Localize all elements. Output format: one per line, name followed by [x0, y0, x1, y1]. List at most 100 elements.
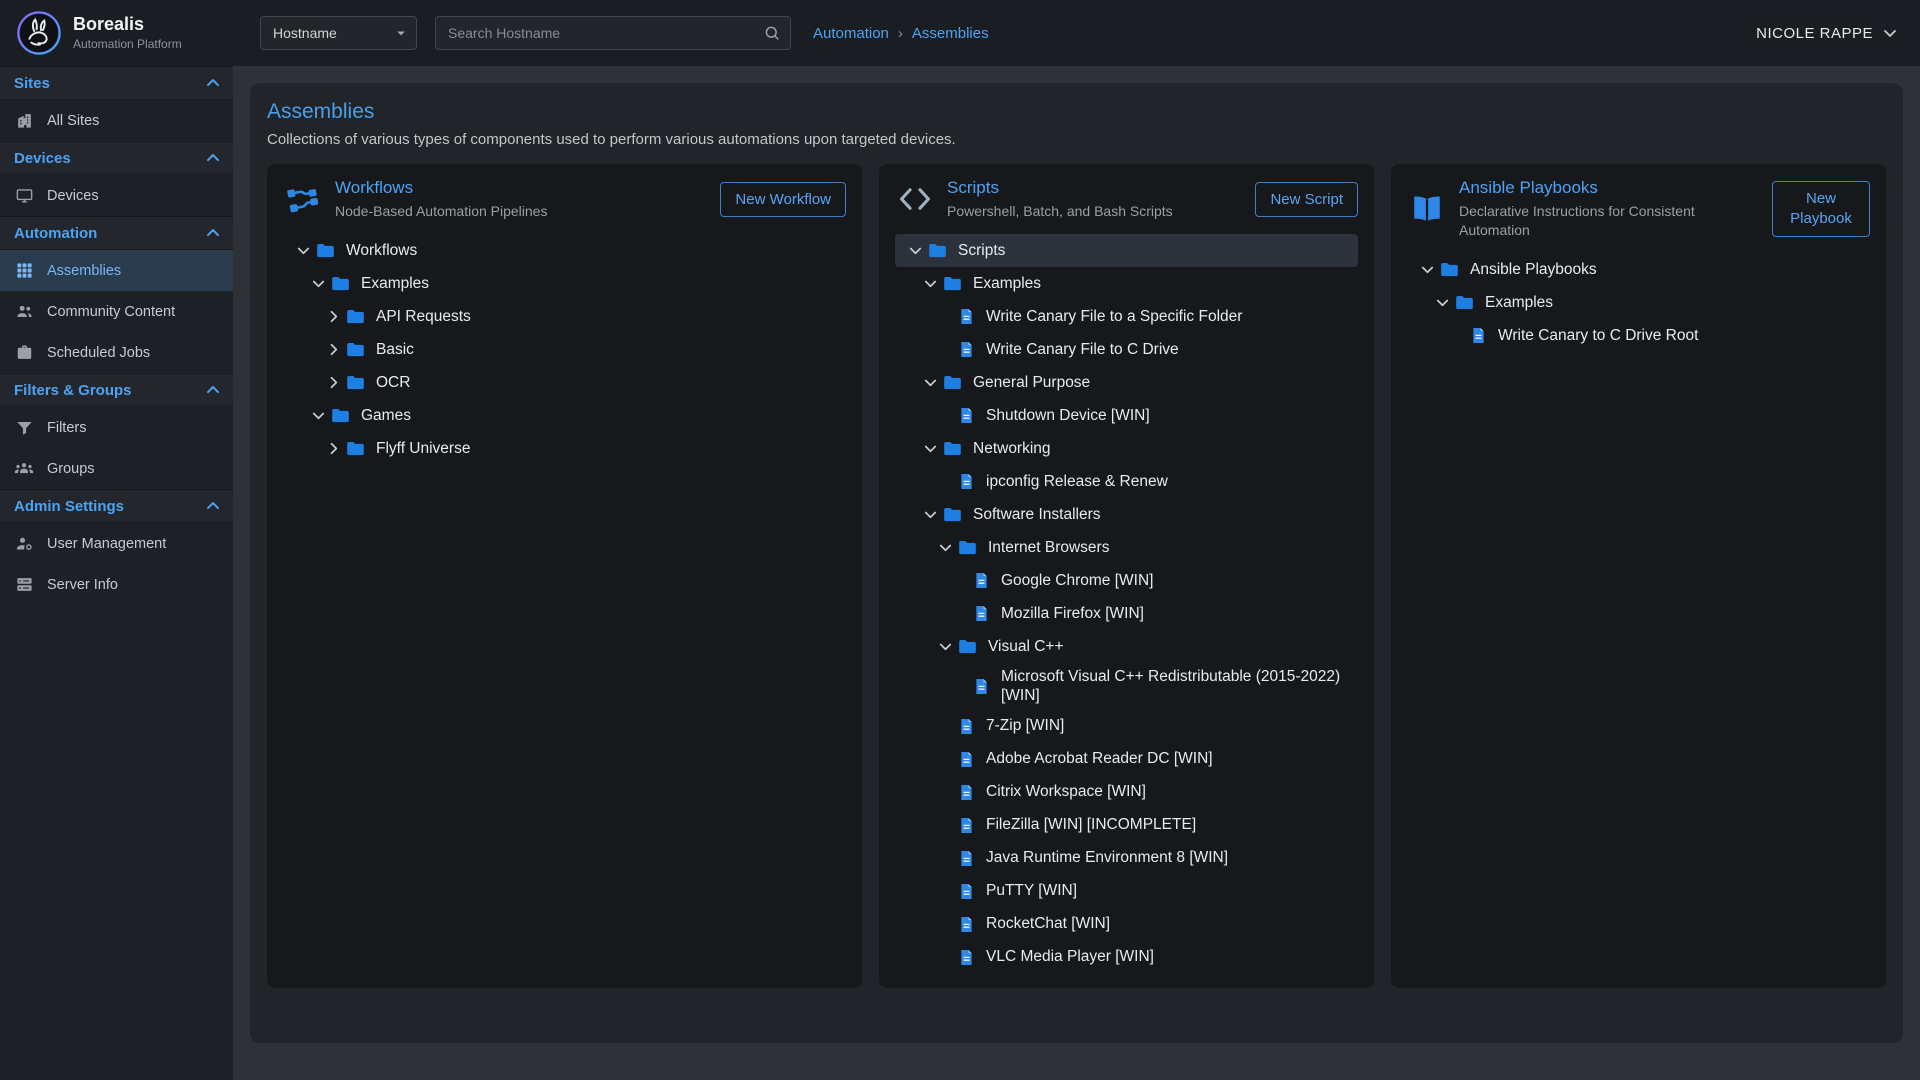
file-icon — [957, 915, 976, 934]
sidebar-item-devices[interactable]: Devices — [0, 175, 233, 216]
hostname-select[interactable]: Hostname — [260, 16, 417, 50]
chevron-down-icon[interactable] — [903, 241, 927, 260]
tree-file-row[interactable]: Citrix Workspace [WIN] — [895, 776, 1358, 809]
sidebar-item-assemblies[interactable]: Assemblies — [0, 250, 233, 291]
sidebar-item-scheduled-jobs[interactable]: Scheduled Jobs — [0, 332, 233, 373]
chevron-right-icon[interactable] — [321, 307, 345, 326]
tree-folder-row[interactable]: OCR — [283, 366, 846, 399]
file-icon — [972, 677, 991, 696]
tree-folder-row[interactable]: Internet Browsers — [895, 531, 1358, 564]
sidebar: SitesAll SitesDevicesDevicesAutomationAs… — [0, 66, 233, 1080]
chevron-down-icon[interactable] — [918, 373, 942, 392]
tree-file-row[interactable]: Google Chrome [WIN] — [895, 564, 1358, 597]
file-icon — [972, 571, 991, 590]
page-title: Assemblies — [267, 100, 1886, 124]
card-subtitle: Declarative Instructions for Consistent … — [1459, 202, 1760, 240]
tree-folder-row[interactable]: Games — [283, 399, 846, 432]
tree-file-row[interactable]: 7-Zip [WIN] — [895, 710, 1358, 743]
tree-folder-row[interactable]: Scripts — [895, 234, 1358, 267]
tree-file-row[interactable]: Adobe Acrobat Reader DC [WIN] — [895, 743, 1358, 776]
chevron-down-icon[interactable] — [918, 505, 942, 524]
tree-file-row[interactable]: Java Runtime Environment 8 [WIN] — [895, 842, 1358, 875]
card-playbooks: Ansible Playbooks Declarative Instruction… — [1391, 164, 1886, 988]
tree-file-row[interactable]: ipconfig Release & Renew — [895, 465, 1358, 498]
user-menu[interactable]: NICOLE RAPPE — [1756, 23, 1900, 43]
new-scripts-button[interactable]: New Script — [1255, 182, 1358, 217]
folder-icon — [942, 504, 963, 525]
chevron-down-icon[interactable] — [933, 637, 957, 656]
sites-icon — [14, 111, 34, 130]
breadcrumb-automation[interactable]: Automation — [813, 25, 889, 42]
sidebar-item-groups[interactable]: Groups — [0, 448, 233, 489]
tree-folder-row[interactable]: Visual C++ — [895, 630, 1358, 663]
tree-item-label: Workflows — [346, 239, 417, 262]
folder-icon — [957, 636, 978, 657]
tree-item-label: Examples — [361, 272, 429, 295]
sidebar-section-admin-settings[interactable]: Admin Settings — [0, 489, 233, 523]
sidebar-item-filters[interactable]: Filters — [0, 407, 233, 448]
sidebar-item-server-info[interactable]: Server Info — [0, 564, 233, 605]
tree-folder-row[interactable]: Software Installers — [895, 498, 1358, 531]
sidebar-section-label: Devices — [14, 150, 203, 167]
chevron-right-icon[interactable] — [321, 373, 345, 392]
tree-file-row[interactable]: RocketChat [WIN] — [895, 908, 1358, 941]
chevron-right-icon[interactable] — [321, 340, 345, 359]
tree-file-row[interactable]: Write Canary to C Drive Root — [1407, 319, 1870, 352]
tree-file-row[interactable]: Shutdown Device [WIN] — [895, 399, 1358, 432]
tree-item-label: Shutdown Device [WIN] — [986, 404, 1150, 427]
tree-folder-row[interactable]: Examples — [283, 267, 846, 300]
card-header: WorkflowsNode-Based Automation Pipelines… — [283, 178, 846, 221]
cards: WorkflowsNode-Based Automation Pipelines… — [267, 164, 1886, 988]
sidebar-item-user-management[interactable]: User Management — [0, 523, 233, 564]
tree-folder-row[interactable]: Flyff Universe — [283, 432, 846, 465]
tree-item-label: Adobe Acrobat Reader DC [WIN] — [986, 747, 1213, 770]
code-icon — [895, 182, 935, 216]
chevron-down-icon[interactable] — [306, 274, 330, 293]
search-input[interactable] — [435, 16, 791, 50]
filter-icon — [14, 418, 34, 437]
chevron-down-icon[interactable] — [933, 538, 957, 557]
tree-item-label: Microsoft Visual C++ Redistributable (20… — [1001, 665, 1350, 708]
chevron-down-icon[interactable] — [918, 274, 942, 293]
tree-file-row[interactable]: FileZilla [WIN] [INCOMPLETE] — [895, 809, 1358, 842]
sidebar-item-all-sites[interactable]: All Sites — [0, 100, 233, 141]
new-workflows-button[interactable]: New Workflow — [720, 182, 846, 217]
book-icon — [1407, 192, 1447, 226]
tree-item-label: FileZilla [WIN] [INCOMPLETE] — [986, 813, 1196, 836]
main-content: Assemblies Collections of various types … — [233, 66, 1920, 1080]
sidebar-section-sites[interactable]: Sites — [0, 66, 233, 100]
tree-folder-row[interactable]: Examples — [1407, 286, 1870, 319]
sidebar-item-community-content[interactable]: Community Content — [0, 291, 233, 332]
chevron-down-icon[interactable] — [918, 439, 942, 458]
tree-item-label: Write Canary File to a Specific Folder — [986, 305, 1242, 328]
tree-file-row[interactable]: PuTTY [WIN] — [895, 875, 1358, 908]
sidebar-section-automation[interactable]: Automation — [0, 216, 233, 250]
tree-file-row[interactable]: Mozilla Firefox [WIN] — [895, 597, 1358, 630]
tree-folder-row[interactable]: Basic — [283, 333, 846, 366]
breadcrumb-assemblies[interactable]: Assemblies — [912, 25, 989, 42]
tree-folder-row[interactable]: Ansible Playbooks — [1407, 253, 1870, 286]
chevron-down-icon[interactable] — [306, 406, 330, 425]
tree-folder-row[interactable]: API Requests — [283, 300, 846, 333]
tree-item-label: Examples — [1485, 291, 1553, 314]
tree-folder-row[interactable]: Examples — [895, 267, 1358, 300]
tree-item-label: Citrix Workspace [WIN] — [986, 780, 1146, 803]
chevron-down-icon[interactable] — [1430, 293, 1454, 312]
sidebar-section-devices[interactable]: Devices — [0, 141, 233, 175]
sidebar-section-filters-groups[interactable]: Filters & Groups — [0, 373, 233, 407]
tree-file-row[interactable]: VLC Media Player [WIN] — [895, 941, 1358, 974]
chevron-down-icon[interactable] — [1415, 260, 1439, 279]
tree-file-row[interactable]: Microsoft Visual C++ Redistributable (20… — [895, 663, 1358, 710]
chevron-up-icon — [203, 148, 223, 168]
chevron-down-icon[interactable] — [291, 241, 315, 260]
tree-folder-row[interactable]: Networking — [895, 432, 1358, 465]
file-icon — [957, 750, 976, 769]
tree-folder-row[interactable]: General Purpose — [895, 366, 1358, 399]
tree-file-row[interactable]: Write Canary File to a Specific Folder — [895, 300, 1358, 333]
folder-icon — [942, 273, 963, 294]
tree-folder-row[interactable]: Workflows — [283, 234, 846, 267]
new-playbooks-button[interactable]: New Playbook — [1772, 181, 1870, 238]
folder-icon — [330, 273, 351, 294]
chevron-right-icon[interactable] — [321, 439, 345, 458]
tree-file-row[interactable]: Write Canary File to C Drive — [895, 333, 1358, 366]
